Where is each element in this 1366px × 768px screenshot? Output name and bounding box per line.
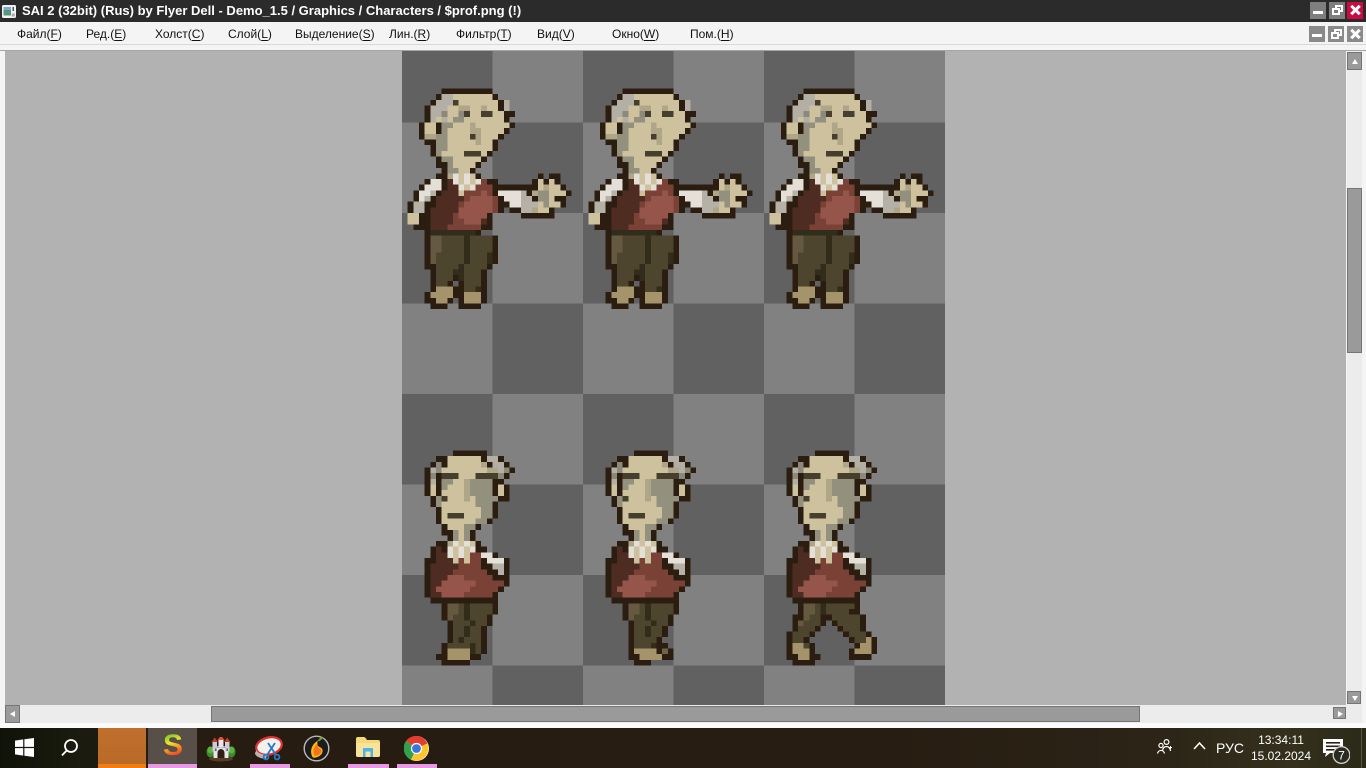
svg-text:7: 7 [1338,749,1345,763]
